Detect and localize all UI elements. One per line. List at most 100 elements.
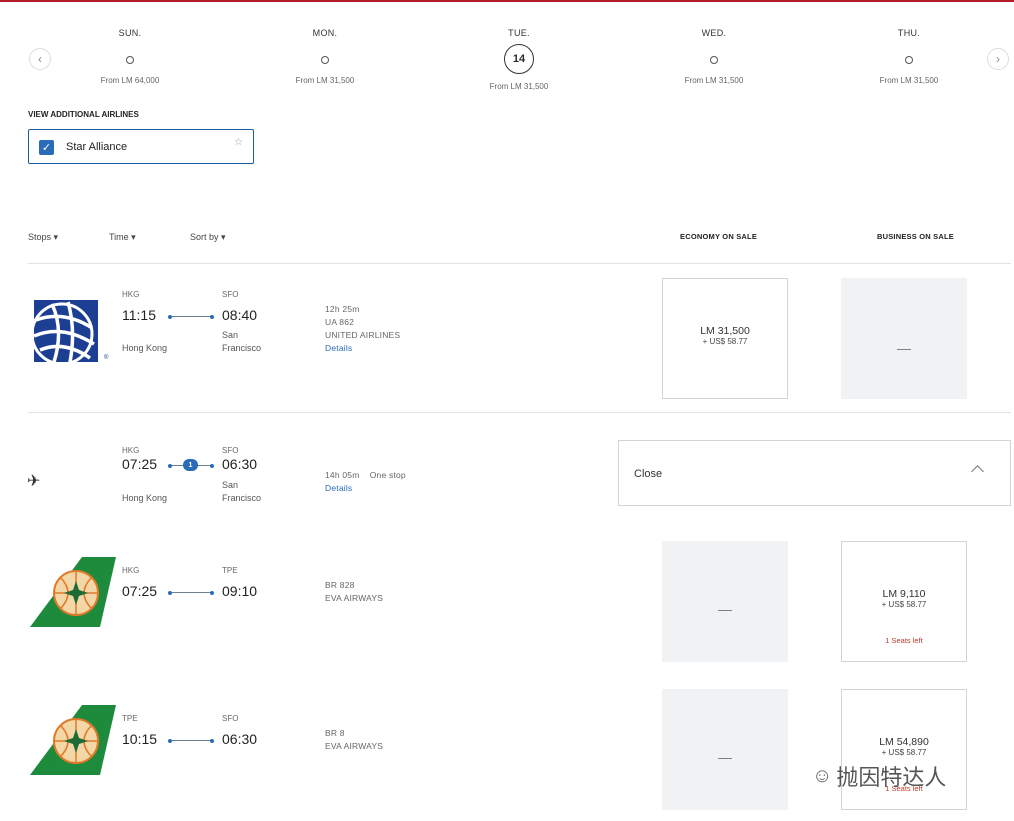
destination-city: San Francisco — [222, 330, 262, 353]
close-details-button[interactable]: Close — [618, 440, 1011, 506]
flight-number: BR 828 — [325, 580, 355, 590]
day-thu[interactable]: THU. From LM 31,500 — [849, 28, 969, 85]
chevron-up-icon[interactable] — [971, 465, 984, 478]
wechat-icon: ☺ — [812, 764, 833, 787]
origin-code: TPE — [122, 714, 138, 723]
time-sort-dropdown[interactable]: Time ▾ — [109, 232, 136, 243]
stops-sort-dropdown[interactable]: Stops ▾ — [28, 232, 58, 243]
day-radio[interactable] — [126, 56, 134, 64]
arrival-time: 06:30 — [222, 456, 258, 472]
unavailable-dash: — — [897, 340, 911, 356]
checkmark-icon[interactable]: ✓ — [39, 140, 54, 155]
day-price: From LM 64,000 — [100, 76, 160, 85]
day-tue-selected[interactable]: TUE. 14 From LM 31,500 — [459, 28, 579, 91]
airline-name: EVA AIRWAYS — [325, 741, 384, 751]
watermark-text: 抛因特达人 — [836, 765, 947, 790]
divider — [28, 263, 1011, 264]
stops-label: One stop — [369, 470, 406, 480]
day-radio[interactable] — [321, 56, 329, 64]
wechat-watermark: ☺ 抛因特达人 — [812, 760, 946, 792]
unavailable-dash: — — [718, 749, 732, 765]
flight-info: BR 8 EVA AIRWAYS — [325, 727, 383, 753]
details-link[interactable]: Details — [325, 342, 400, 355]
day-radio[interactable] — [710, 56, 718, 64]
destination-code: SFO — [222, 714, 239, 723]
seats-left: 1 Seats left — [885, 636, 923, 645]
flight-number: BR 8 — [325, 728, 345, 738]
route-line — [168, 314, 214, 319]
arrival-time: 08:40 — [222, 307, 258, 323]
business-column-header: BUSINESS ON SALE — [877, 232, 954, 241]
day-wed[interactable]: WED. From LM 31,500 — [654, 28, 774, 85]
destination-code: TPE — [222, 566, 238, 575]
view-additional-airlines-label: VIEW ADDITIONAL AIRLINES — [28, 110, 139, 119]
airplane-icon: ✈ — [27, 473, 41, 490]
united-airlines-logo-icon: ® — [34, 300, 109, 362]
day-price: From LM 31,500 — [879, 76, 939, 85]
day-name: WED. — [701, 28, 727, 38]
fare-price: LM 54,890 — [879, 736, 929, 748]
economy-fare-unavailable: — — [662, 689, 788, 810]
day-price: From LM 31,500 — [295, 76, 355, 85]
route-line — [168, 738, 214, 743]
business-fare-button[interactable]: LM 9,110 + US$ 58.77 1 Seats left — [841, 541, 967, 662]
origin-code: HKG — [122, 566, 140, 575]
day-name: SUN. — [118, 28, 142, 38]
selected-date[interactable]: 14 — [504, 44, 534, 74]
economy-fare-button[interactable]: LM 31,500 + US$ 58.77 — [662, 278, 788, 399]
prev-day-chevron-icon[interactable]: ‹ — [29, 48, 51, 70]
flight-number: UA 862 — [325, 317, 355, 327]
star-alliance-checkbox[interactable]: ✓ Star Alliance ☆ — [28, 129, 254, 164]
fare-price: LM 31,500 — [700, 325, 750, 337]
day-name: MON. — [312, 28, 338, 38]
fare-tax: + US$ 58.77 — [881, 600, 927, 609]
business-fare-unavailable: — — [841, 278, 967, 399]
close-label: Close — [634, 468, 663, 480]
day-price: From LM 31,500 — [489, 82, 549, 91]
star-alliance-logo-icon: ☆ — [234, 137, 243, 148]
destination-city: San Francisco — [222, 480, 262, 503]
route-line — [168, 590, 214, 595]
airline-name: UNITED AIRLINES — [325, 330, 401, 340]
flight-info: 12h 25m UA 862 UNITED AIRLINES Details — [325, 303, 400, 355]
departure-time: 11:15 — [122, 307, 156, 323]
flight-info: BR 828 EVA AIRWAYS — [325, 579, 383, 605]
fare-tax: + US$ 58.77 — [881, 748, 927, 757]
origin-city: Hong Kong — [122, 493, 168, 503]
day-name: TUE. — [508, 28, 530, 38]
destination-code: SFO — [222, 446, 239, 455]
fare-price: LM 9,110 — [882, 588, 926, 600]
day-name: THU. — [897, 28, 921, 38]
destination-code: SFO — [222, 290, 239, 299]
day-sun[interactable]: SUN. From LM 64,000 — [70, 28, 190, 85]
sortby-dropdown[interactable]: Sort by ▾ — [190, 232, 226, 243]
economy-column-header: ECONOMY ON SALE — [680, 232, 758, 241]
arrival-time: 06:30 — [222, 731, 258, 747]
duration: 12h 25m — [325, 304, 360, 314]
origin-code: HKG — [122, 446, 140, 455]
origin-code: HKG — [122, 290, 140, 299]
arrival-time: 09:10 — [222, 583, 258, 599]
day-radio[interactable] — [905, 56, 913, 64]
star-alliance-label: Star Alliance — [66, 141, 128, 153]
origin-city: Hong Kong — [122, 343, 168, 353]
departure-time: 07:25 — [122, 583, 158, 599]
divider — [28, 412, 1011, 413]
economy-fare-unavailable: — — [662, 541, 788, 662]
details-link[interactable]: Details — [325, 482, 406, 495]
next-day-chevron-icon[interactable]: › — [987, 48, 1009, 70]
top-rule — [0, 0, 1014, 2]
departure-time: 10:15 — [122, 731, 158, 747]
day-price: From LM 31,500 — [684, 76, 744, 85]
eva-air-tail-logo-icon — [30, 705, 116, 775]
airline-name: EVA AIRWAYS — [325, 593, 384, 603]
unavailable-dash: — — [718, 601, 732, 617]
stop-count-badge: 1 — [183, 459, 198, 471]
flight-info: 14h 05m One stop Details — [325, 469, 406, 495]
duration: 14h 05m — [325, 470, 360, 480]
departure-time: 07:25 — [122, 456, 158, 472]
fare-tax: + US$ 58.77 — [702, 337, 748, 346]
svg-text:®: ® — [104, 354, 109, 361]
eva-air-tail-logo-icon — [30, 557, 116, 627]
day-mon[interactable]: MON. From LM 31,500 — [265, 28, 385, 85]
